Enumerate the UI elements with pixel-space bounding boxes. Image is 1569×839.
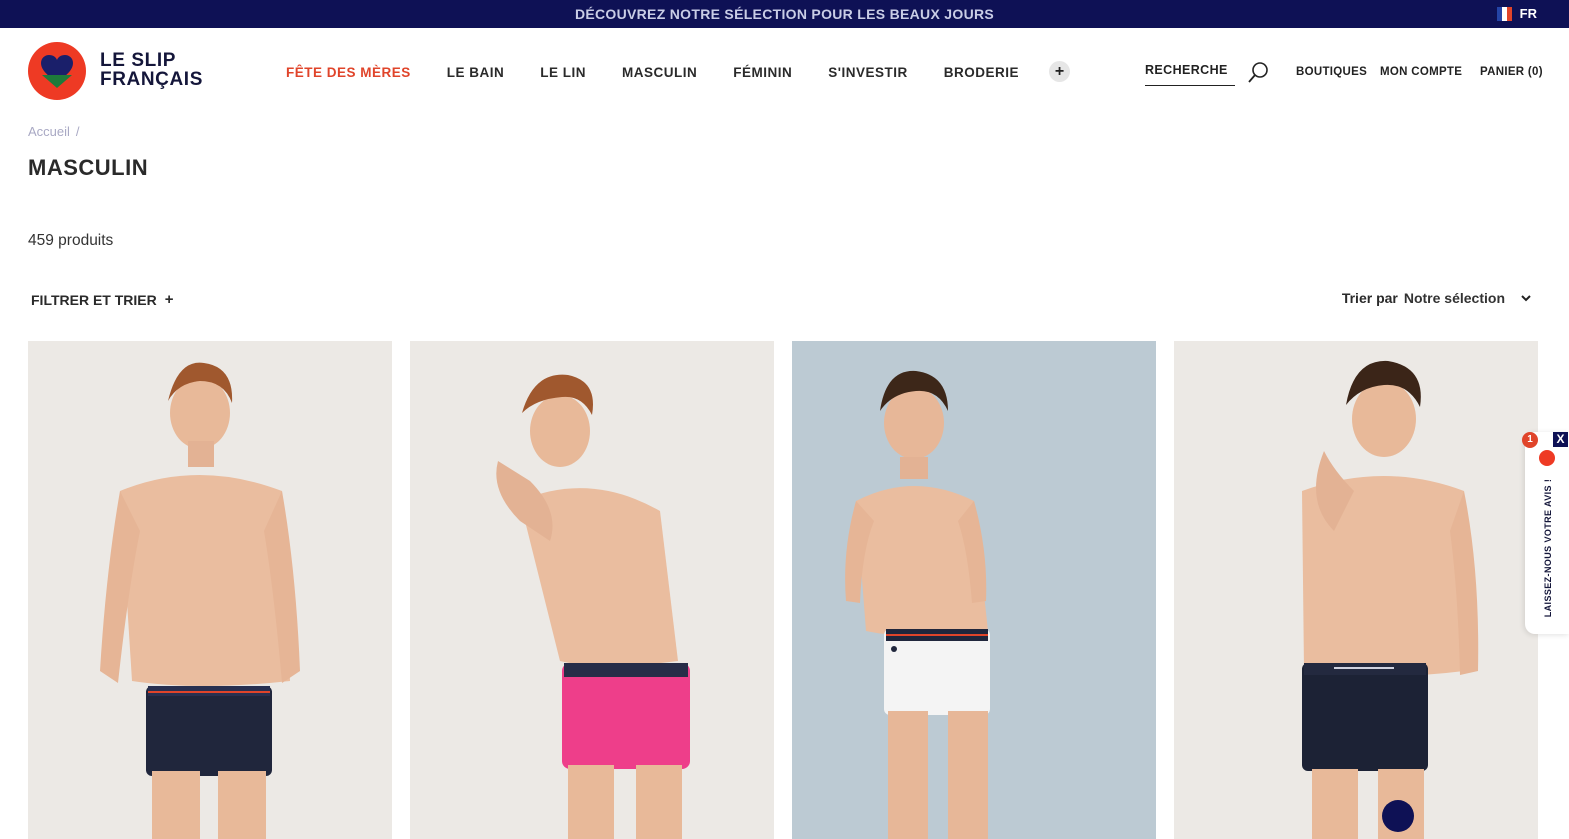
sort-value: Notre sélection bbox=[1403, 290, 1505, 306]
product-count: 459 produits bbox=[28, 232, 114, 249]
chevron-down-icon bbox=[1521, 295, 1531, 302]
sort-prefix: Trier par bbox=[1341, 290, 1398, 306]
site-header: LE SLIP FRANÇAIS FÊTE DES MÈRES LE BAIN … bbox=[0, 28, 1569, 116]
nav-item-sinvestir[interactable]: S'INVESTIR bbox=[828, 65, 907, 80]
brand-logo-small-icon bbox=[1539, 450, 1555, 466]
product-card[interactable] bbox=[410, 341, 774, 839]
product-card[interactable] bbox=[28, 341, 392, 839]
main-nav: FÊTE DES MÈRES LE BAIN LE LIN MASCULIN F… bbox=[286, 61, 1071, 82]
product-image-pink-boxer[interactable] bbox=[410, 341, 774, 839]
product-grid bbox=[28, 341, 1538, 839]
breadcrumb: Accueil / bbox=[28, 124, 80, 139]
nav-item-le-bain[interactable]: LE BAIN bbox=[447, 65, 505, 80]
sort-dropdown[interactable]: Trier par Notre sélection bbox=[1342, 290, 1533, 306]
brand-logo-icon[interactable] bbox=[28, 42, 86, 100]
page-title: MASCULIN bbox=[28, 155, 149, 180]
brand-line-2: FRANÇAIS bbox=[100, 69, 203, 90]
review-badge: 1 bbox=[1522, 432, 1538, 448]
plus-icon: + bbox=[164, 291, 174, 308]
search-icon[interactable] bbox=[1246, 61, 1270, 85]
france-flag-icon bbox=[1496, 6, 1512, 21]
brand-logo[interactable]: LE SLIP FRANÇAIS bbox=[100, 51, 203, 89]
brand-line-1: LE SLIP bbox=[100, 50, 176, 71]
filter-label: FILTRER ET TRIER bbox=[31, 291, 157, 308]
nav-item-fete-des-meres[interactable]: FÊTE DES MÈRES bbox=[286, 65, 411, 80]
cart-link[interactable]: PANIER (0) bbox=[1480, 66, 1543, 78]
nav-item-masculin[interactable]: MASCULIN bbox=[622, 65, 697, 80]
breadcrumb-home[interactable]: Accueil bbox=[28, 124, 70, 139]
promo-message[interactable]: DÉCOUVREZ NOTRE SÉLECTION POUR LES BEAUX… bbox=[575, 6, 994, 22]
close-icon[interactable]: X bbox=[1553, 432, 1568, 447]
nav-more-button[interactable]: + bbox=[1049, 61, 1071, 82]
language-label: FR bbox=[1519, 6, 1537, 21]
chat-bubble-button[interactable] bbox=[1382, 800, 1414, 832]
language-selector[interactable]: FR bbox=[1496, 6, 1537, 21]
search-input[interactable]: RECHERCHE bbox=[1145, 61, 1235, 86]
nav-item-broderie[interactable]: BRODERIE bbox=[944, 65, 1019, 80]
review-cta[interactable]: LAISSEZ-NOUS VOTRE AVIS ! bbox=[1543, 479, 1553, 618]
promo-banner[interactable]: DÉCOUVREZ NOTRE SÉLECTION POUR LES BEAUX… bbox=[0, 0, 1569, 28]
product-card[interactable] bbox=[792, 341, 1156, 839]
account-link[interactable]: MON COMPTE bbox=[1380, 66, 1462, 78]
product-card[interactable] bbox=[1174, 341, 1538, 839]
filter-button[interactable]: FILTRER ET TRIER + bbox=[31, 291, 174, 308]
search-label: RECHERCHE bbox=[1145, 63, 1228, 77]
nav-item-feminin[interactable]: FÉMININ bbox=[733, 65, 792, 80]
product-image-navy-boxer[interactable] bbox=[28, 341, 392, 839]
stores-link[interactable]: BOUTIQUES bbox=[1296, 66, 1367, 78]
nav-item-le-lin[interactable]: LE LIN bbox=[540, 65, 586, 80]
product-image-navy-boxer-logo[interactable] bbox=[1174, 341, 1538, 839]
breadcrumb-separator: / bbox=[75, 124, 80, 139]
product-image-white-boxer[interactable] bbox=[792, 341, 1156, 839]
